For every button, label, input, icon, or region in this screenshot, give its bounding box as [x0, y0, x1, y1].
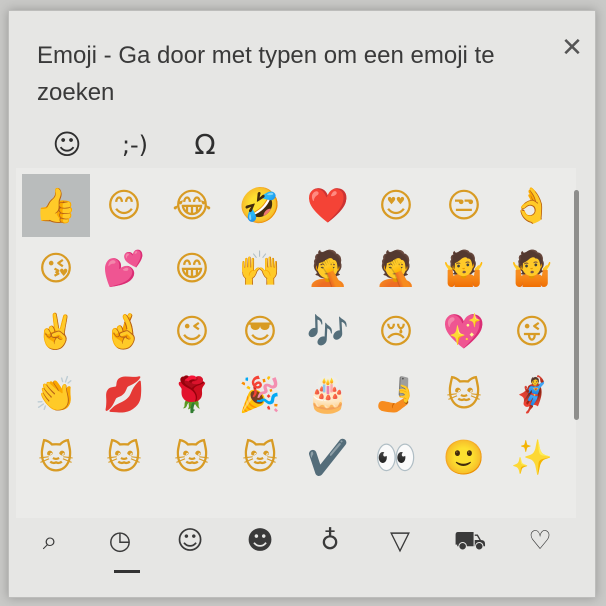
- food-pizza-icon[interactable]: ▽: [366, 518, 434, 564]
- emoji-cell[interactable]: 🎉: [226, 363, 294, 426]
- close-icon[interactable]: ✕: [557, 33, 587, 63]
- emoji-cell[interactable]: ✨: [498, 426, 566, 489]
- emoji-cell[interactable]: 💋: [90, 363, 158, 426]
- emoji-cell[interactable]: ✌️: [22, 300, 90, 363]
- emoji-cell[interactable]: 😂: [158, 174, 226, 237]
- emoji-cell[interactable]: 🤳: [362, 363, 430, 426]
- emoji-cell[interactable]: 😍: [362, 174, 430, 237]
- emoji-cell[interactable]: 😎: [226, 300, 294, 363]
- heart-symbols-icon[interactable]: ♡: [506, 518, 574, 564]
- search-icon[interactable]: ⌕: [16, 518, 84, 564]
- emoji-cell[interactable]: 💖: [430, 300, 498, 363]
- emoji-cell[interactable]: 🤣: [226, 174, 294, 237]
- emoji-cell[interactable]: 👌: [498, 174, 566, 237]
- emoji-cell[interactable]: ❤️: [294, 174, 362, 237]
- vertical-scrollbar[interactable]: [574, 190, 579, 420]
- emoji-cell[interactable]: 🐱: [430, 363, 498, 426]
- travel-car-icon[interactable]: ⛟: [436, 518, 504, 564]
- emoji-cell[interactable]: 😁: [158, 237, 226, 300]
- emoji-grid-area: 👍 😊 😂 🤣 ❤️ 😍 😒 👌 😘 💕 😁 🙌 🤦 🤦 🤷 🤷 ✌️ 🤞 😉 😎 🎶 😢 💖 😜 👏 💋 🌹 🎉 🎂 🤳 🐱 🦸 🐱 🐱 🐱 🐱 ✔️…: [16, 168, 576, 518]
- emoji-cell[interactable]: 🙌: [226, 237, 294, 300]
- emoji-cell[interactable]: 🎶: [294, 300, 362, 363]
- emoji-cell[interactable]: 😊: [90, 174, 158, 237]
- emoji-cell[interactable]: 🐱: [22, 426, 90, 489]
- balloon-category-icon[interactable]: ♁: [296, 518, 364, 564]
- emoji-cell[interactable]: 🤦: [294, 237, 362, 300]
- emoji-cell[interactable]: 🐱: [226, 426, 294, 489]
- emoji-cell[interactable]: 🦸: [498, 363, 566, 426]
- people-category-icon[interactable]: ☻: [226, 518, 294, 564]
- emoji-cell[interactable]: 😢: [362, 300, 430, 363]
- emoji-cell[interactable]: 😜: [498, 300, 566, 363]
- emoji-cell[interactable]: 😒: [430, 174, 498, 237]
- emoji-cell[interactable]: 😉: [158, 300, 226, 363]
- emoji-cell[interactable]: 🐱: [90, 426, 158, 489]
- emoji-cell[interactable]: 👀: [362, 426, 430, 489]
- emoji-cell[interactable]: 😘: [22, 237, 90, 300]
- emoji-cell[interactable]: 👏: [22, 363, 90, 426]
- smiley-category-icon[interactable]: ☺: [156, 518, 224, 564]
- emoji-cell[interactable]: ✔️: [294, 426, 362, 489]
- recent-clock-icon[interactable]: ◷: [86, 518, 154, 564]
- emoji-cell[interactable]: 🐱: [158, 426, 226, 489]
- tab-emoji[interactable]: ☺: [43, 121, 91, 169]
- panel-title: Emoji - Ga door met typen om een emoji t…: [37, 42, 495, 106]
- emoji-cell[interactable]: 🤦: [362, 237, 430, 300]
- emoji-cell[interactable]: 🤞: [90, 300, 158, 363]
- emoji-cell[interactable]: 💕: [90, 237, 158, 300]
- category-bar: ⌕ ◷ ☺ ☻ ♁ ▽ ⛟ ♡: [16, 518, 576, 578]
- emoji-cell[interactable]: 🌹: [158, 363, 226, 426]
- emoji-grid: 👍 😊 😂 🤣 ❤️ 😍 😒 👌 😘 💕 😁 🙌 🤦 🤦 🤷 🤷 ✌️ 🤞 😉 😎 🎶 😢 💖 😜 👏 💋 🌹 🎉 🎂 🤳 🐱 🦸 🐱 🐱 🐱 🐱 ✔️…: [22, 174, 566, 489]
- emoji-cell[interactable]: 🤷: [498, 237, 566, 300]
- emoji-cell[interactable]: 👍: [22, 174, 90, 237]
- tab-symbols[interactable]: Ω: [181, 121, 229, 169]
- emoji-cell[interactable]: 🎂: [294, 363, 362, 426]
- emoji-cell[interactable]: 🤷: [430, 237, 498, 300]
- recent-tab-indicator: [114, 570, 140, 573]
- emoji-cell[interactable]: 🙂: [430, 426, 498, 489]
- tab-kaomoji[interactable]: ;-): [111, 121, 159, 169]
